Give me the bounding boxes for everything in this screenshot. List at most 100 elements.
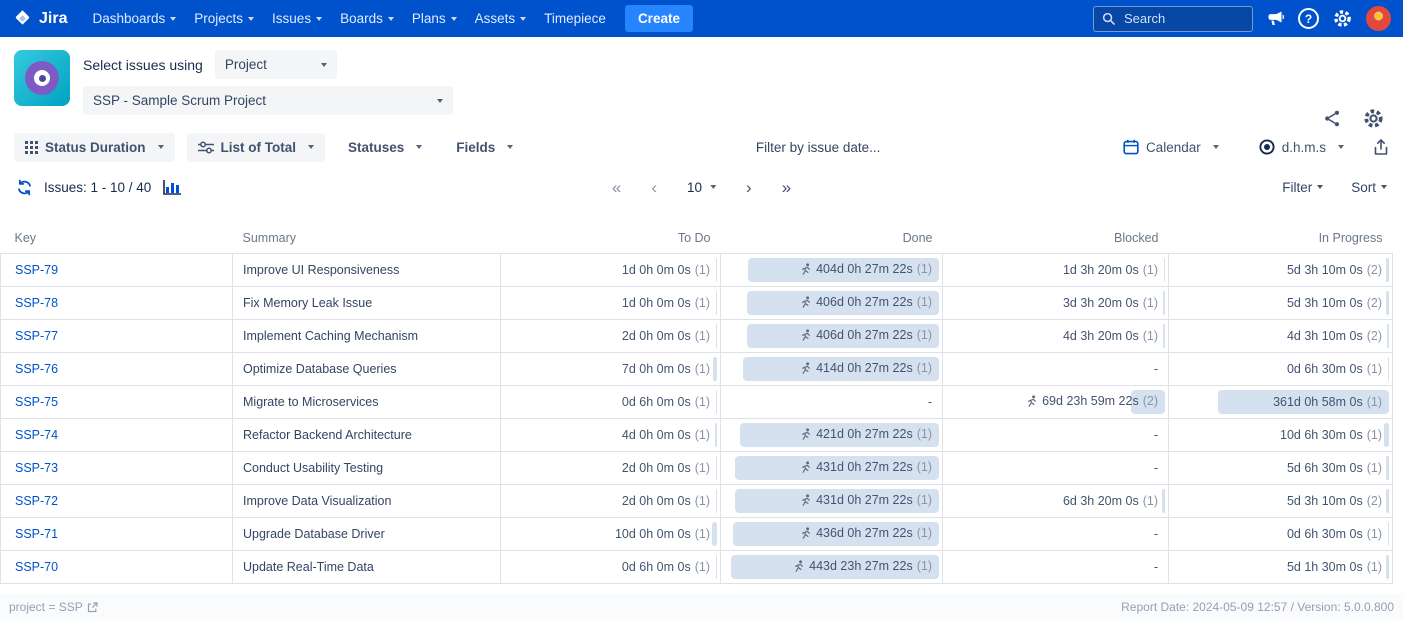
issue-key-link[interactable]: SSP-75 xyxy=(15,395,58,409)
duration-cell: 361d 0h 58m 0s(1) xyxy=(1169,385,1393,418)
duration-cell: 1d 3h 20m 0s(1) xyxy=(943,253,1169,286)
sliders-icon xyxy=(198,141,214,154)
runner-icon xyxy=(800,428,812,440)
issue-count: (1) xyxy=(917,493,932,507)
duration-bar xyxy=(1388,357,1389,381)
filter-dropdown[interactable]: Filter xyxy=(1282,180,1323,195)
share-button[interactable] xyxy=(1323,109,1342,128)
nav-item-issues[interactable]: Issues xyxy=(263,0,331,37)
duration-format-label: d.h.m.s xyxy=(1282,140,1326,155)
duration-value: - xyxy=(1154,461,1158,475)
announcements-button[interactable] xyxy=(1266,10,1285,27)
table-row: SSP-71Upgrade Database Driver10d 0h 0m 0… xyxy=(1,517,1393,550)
duration-bar xyxy=(1386,489,1389,513)
nav-item-boards[interactable]: Boards xyxy=(331,0,403,37)
duration-cell: 5d 1h 30m 0s (1) xyxy=(1169,550,1393,583)
statuses-label: Statuses xyxy=(348,140,404,155)
duration-cell: 2d 0h 0m 0s(1) xyxy=(501,451,721,484)
jira-logo[interactable]: Jira xyxy=(12,8,67,29)
statuses-button[interactable]: Statuses xyxy=(337,133,433,162)
issue-key-link[interactable]: SSP-70 xyxy=(15,560,58,574)
issue-count: (1) xyxy=(1367,560,1382,574)
duration-value: 1d 3h 20m 0s xyxy=(1063,263,1139,277)
search-input[interactable] xyxy=(1122,10,1232,27)
duration-value: - xyxy=(1154,362,1158,376)
chevron-down-icon xyxy=(1317,185,1323,189)
nav-item-projects[interactable]: Projects xyxy=(185,0,263,37)
issue-count: (1) xyxy=(695,263,710,277)
issue-count: (1) xyxy=(917,526,932,540)
duration-bar xyxy=(716,456,717,480)
export-button[interactable] xyxy=(1373,139,1389,156)
duration-value: 4d 3h 20m 0s xyxy=(1063,329,1139,343)
runner-icon xyxy=(800,461,812,473)
brand-name: Jira xyxy=(39,10,67,28)
duration-value: - xyxy=(1154,428,1158,442)
runner-icon xyxy=(800,362,812,374)
issue-key-link[interactable]: SSP-76 xyxy=(15,362,58,376)
prev-page-button[interactable]: ‹ xyxy=(651,179,657,196)
issue-key-link[interactable]: SSP-71 xyxy=(15,527,58,541)
nav-item-plans[interactable]: Plans xyxy=(403,0,466,37)
date-filter-input[interactable]: Filter by issue date... xyxy=(756,140,881,155)
issue-key-link[interactable]: SSP-78 xyxy=(15,296,58,310)
duration-value: 2d 0h 0m 0s xyxy=(622,329,691,343)
global-search[interactable] xyxy=(1093,6,1253,32)
nav-item-assets[interactable]: Assets xyxy=(466,0,536,37)
duration-cell: 0d 6h 30m 0s(1) xyxy=(1169,352,1393,385)
bar-chart-icon xyxy=(162,179,182,196)
issue-summary: Improve Data Visualization xyxy=(233,484,501,517)
issue-count: (2) xyxy=(1367,296,1382,310)
nav-item-timepiece[interactable]: Timepiece xyxy=(535,0,615,37)
duration-format-button[interactable]: d.h.m.s xyxy=(1248,132,1355,162)
chevron-down-icon xyxy=(710,185,716,189)
duration-cell: 436d 0h 27m 22s(1) xyxy=(721,517,943,550)
chevron-down-icon xyxy=(158,145,164,149)
chart-view-button[interactable] xyxy=(162,179,182,196)
issue-key-link[interactable]: SSP-73 xyxy=(15,461,58,475)
issue-key-cell: SSP-76 xyxy=(1,352,233,385)
issue-key-link[interactable]: SSP-79 xyxy=(15,263,58,277)
nav-item-dashboards[interactable]: Dashboards xyxy=(83,0,185,37)
duration-cell: - xyxy=(721,385,943,418)
duration-value: 1d 0h 0m 0s xyxy=(622,263,691,277)
last-page-button[interactable]: » xyxy=(782,179,791,196)
report-settings-button[interactable] xyxy=(1362,107,1385,130)
nav-item-label: Plans xyxy=(412,11,446,26)
calendar-icon xyxy=(1123,139,1139,155)
chevron-down-icon xyxy=(507,145,513,149)
fields-button[interactable]: Fields xyxy=(445,133,524,162)
next-page-button[interactable]: › xyxy=(746,179,752,196)
duration-cell: 1d 0h 0m 0s(1) xyxy=(501,286,721,319)
issue-key-link[interactable]: SSP-77 xyxy=(15,329,58,343)
issue-key-cell: SSP-71 xyxy=(1,517,233,550)
duration-bar xyxy=(715,423,717,447)
create-button[interactable]: Create xyxy=(625,5,693,32)
duration-cell: 406d 0h 27m 22s(1) xyxy=(721,286,943,319)
calendar-button[interactable]: Calendar xyxy=(1112,132,1230,162)
duration-cell: 431d 0h 27m 22s(1) xyxy=(721,451,943,484)
issue-source-dropdown[interactable]: Project xyxy=(215,50,337,79)
settings-button[interactable] xyxy=(1332,8,1353,29)
user-avatar[interactable] xyxy=(1366,6,1391,31)
first-page-button[interactable]: « xyxy=(612,179,621,196)
project-dropdown[interactable]: SSP - Sample Scrum Project xyxy=(83,86,453,115)
refresh-button[interactable] xyxy=(16,179,33,196)
issue-count: (2) xyxy=(1367,329,1382,343)
duration-cell: 443d 23h 27m 22s(1) xyxy=(721,550,943,583)
duration-cell: - xyxy=(943,451,1169,484)
issue-key-link[interactable]: SSP-74 xyxy=(15,428,58,442)
duration-bar xyxy=(716,390,717,414)
duration-cell: 414d 0h 27m 22s(1) xyxy=(721,352,943,385)
external-link-icon[interactable] xyxy=(87,602,98,613)
help-button[interactable]: ? xyxy=(1298,8,1319,29)
report-type-button[interactable]: Status Duration xyxy=(14,133,175,162)
sort-dropdown[interactable]: Sort xyxy=(1351,180,1387,195)
duration-bar xyxy=(716,258,717,282)
view-mode-button[interactable]: List of Total xyxy=(187,133,326,162)
issue-key-link[interactable]: SSP-72 xyxy=(15,494,58,508)
help-icon: ? xyxy=(1298,8,1319,29)
issue-count: (1) xyxy=(917,427,932,441)
duration-value: 5d 1h 30m 0s xyxy=(1287,560,1363,574)
page-size-dropdown[interactable]: 10 xyxy=(687,180,716,195)
